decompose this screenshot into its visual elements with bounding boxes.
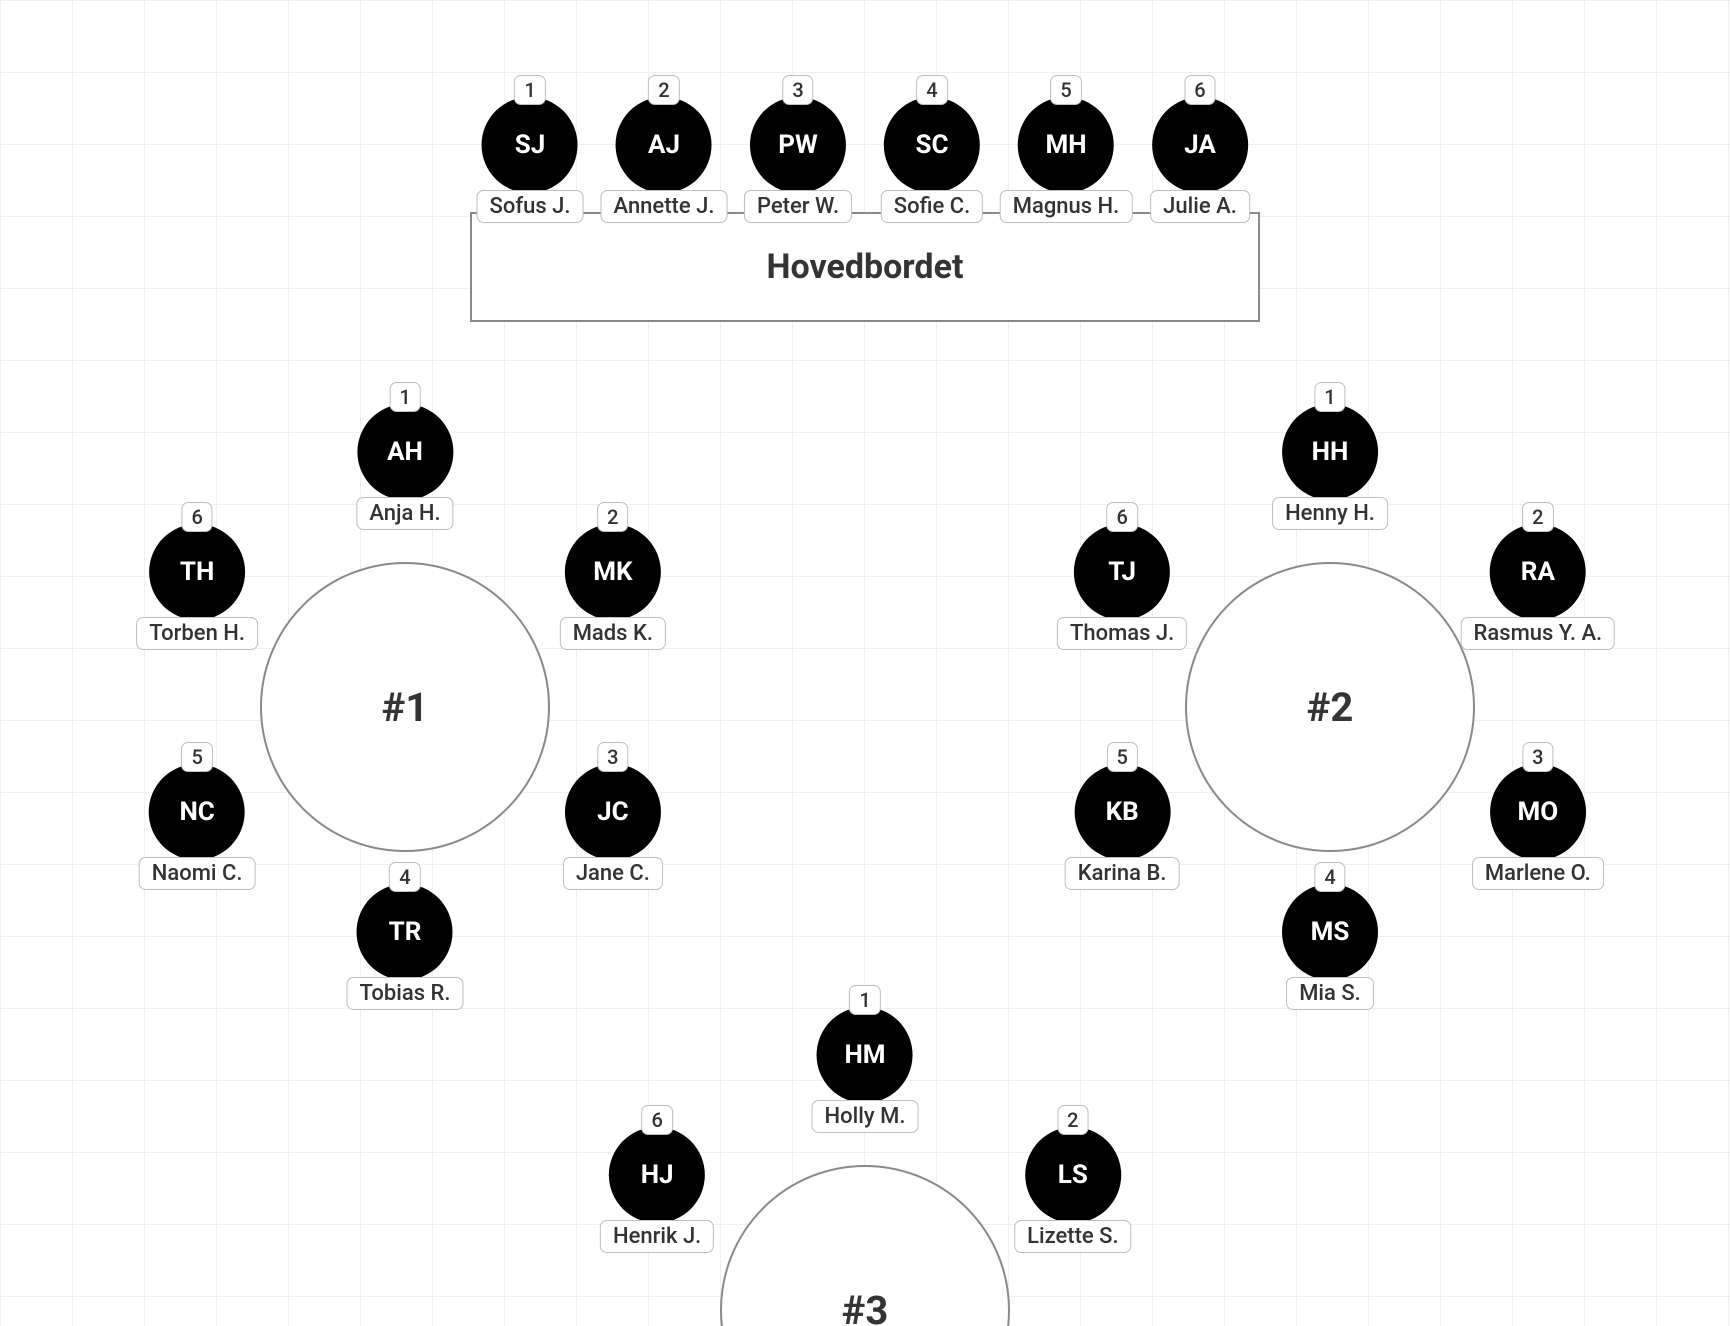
avatar: SJ (482, 97, 578, 193)
avatar: TJ (1074, 524, 1170, 620)
seat-round[interactable]: 1 HM Holly M. (812, 1007, 919, 1133)
seat-name: Lizette S. (1014, 1220, 1132, 1253)
seat-round[interactable]: 2 MK Mads K. (560, 524, 666, 650)
seat-head-2[interactable]: 2 AJ Annette J. (601, 97, 728, 223)
seat-number: 3 (782, 75, 813, 105)
seat-round[interactable]: 1 HH Henny H. (1272, 404, 1388, 530)
seat-name: Sofie C. (881, 190, 983, 223)
round-table-1[interactable]: #1 (260, 562, 550, 852)
seat-name: Anja H. (356, 497, 453, 530)
seat-name: Jane C. (563, 857, 663, 890)
round-table-label: #3 (842, 1287, 889, 1326)
avatar: MH (1018, 97, 1114, 193)
seat-name: Peter W. (744, 190, 852, 223)
avatar: JA (1152, 97, 1248, 193)
seat-round[interactable]: 4 MS Mia S. (1282, 884, 1378, 1010)
seat-round[interactable]: 6 TJ Thomas J. (1057, 524, 1187, 650)
avatar: HM (817, 1007, 913, 1103)
avatar: NC (149, 764, 245, 860)
seat-round[interactable]: 5 NC Naomi C. (139, 764, 256, 890)
avatar: LS (1025, 1127, 1121, 1223)
seat-number: 4 (389, 862, 420, 892)
avatar: MS (1282, 884, 1378, 980)
seat-name: Magnus H. (1000, 190, 1133, 223)
seat-round[interactable]: 1 AH Anja H. (356, 404, 453, 530)
avatar: TH (149, 524, 245, 620)
seat-number: 4 (916, 75, 947, 105)
seat-number: 6 (1184, 75, 1215, 105)
seat-number: 3 (597, 742, 628, 772)
avatar: KB (1074, 764, 1170, 860)
head-table-label: Hovedbordet (767, 247, 964, 287)
seat-head-5[interactable]: 5 MH Magnus H. (1000, 97, 1133, 223)
seat-round[interactable]: 2 LS Lizette S. (1014, 1127, 1132, 1253)
seat-name: Thomas J. (1057, 617, 1187, 650)
seat-number: 3 (1522, 742, 1553, 772)
seat-name: Mads K. (560, 617, 666, 650)
seat-name: Torben H. (136, 617, 258, 650)
seat-name: Marlene O. (1472, 857, 1604, 890)
seat-name: Rasmus Y. A. (1461, 617, 1616, 650)
avatar: RA (1490, 524, 1586, 620)
seat-number: 6 (641, 1105, 672, 1135)
seat-name: Mia S. (1286, 977, 1374, 1010)
avatar: HJ (609, 1127, 705, 1223)
seat-round[interactable]: 6 TH Torben H. (136, 524, 258, 650)
seat-name: Naomi C. (139, 857, 256, 890)
seat-round[interactable]: 3 MO Marlene O. (1472, 764, 1604, 890)
round-table-label: #1 (382, 684, 429, 731)
seat-number: 1 (389, 382, 420, 412)
seat-number: 1 (849, 985, 880, 1015)
avatar: AH (357, 404, 453, 500)
seat-name: Julie A. (1150, 190, 1250, 223)
seat-number: 4 (1314, 862, 1345, 892)
seat-head-4[interactable]: 4 SC Sofie C. (881, 97, 983, 223)
avatar: HH (1282, 404, 1378, 500)
seat-round[interactable]: 2 RA Rasmus Y. A. (1461, 524, 1616, 650)
round-table-label: #2 (1307, 684, 1354, 731)
seat-number: 2 (1057, 1105, 1088, 1135)
avatar: MK (565, 524, 661, 620)
seat-name: Henrik J. (600, 1220, 714, 1253)
seat-round[interactable]: 3 JC Jane C. (563, 764, 663, 890)
seat-number: 2 (648, 75, 679, 105)
seat-number: 2 (597, 502, 628, 532)
seating-canvas[interactable]: Hovedbordet 1 SJ Sofus J. 2 AJ Annette J… (0, 0, 1730, 1326)
avatar: SC (884, 97, 980, 193)
seat-number: 5 (1050, 75, 1081, 105)
seat-number: 6 (1106, 502, 1137, 532)
seat-number: 1 (514, 75, 545, 105)
avatar: PW (750, 97, 846, 193)
seat-name: Holly M. (812, 1100, 919, 1133)
seat-number: 5 (1106, 742, 1137, 772)
seat-name: Tobias R. (347, 977, 464, 1010)
seat-name: Henny H. (1272, 497, 1388, 530)
round-table-2[interactable]: #2 (1185, 562, 1475, 852)
seat-name: Sofus J. (477, 190, 584, 223)
seat-round[interactable]: 4 TR Tobias R. (347, 884, 464, 1010)
round-table-3[interactable]: #3 (720, 1165, 1010, 1326)
seat-round[interactable]: 5 KB Karina B. (1065, 764, 1180, 890)
seat-head-1[interactable]: 1 SJ Sofus J. (477, 97, 584, 223)
avatar: TR (357, 884, 453, 980)
avatar: MO (1490, 764, 1586, 860)
seat-head-3[interactable]: 3 PW Peter W. (744, 97, 852, 223)
seat-number: 2 (1522, 502, 1553, 532)
seat-name: Karina B. (1065, 857, 1180, 890)
seat-head-6[interactable]: 6 JA Julie A. (1150, 97, 1250, 223)
seat-number: 6 (181, 502, 212, 532)
avatar: AJ (616, 97, 712, 193)
avatar: JC (565, 764, 661, 860)
head-table[interactable]: Hovedbordet (470, 212, 1260, 322)
seat-name: Annette J. (601, 190, 728, 223)
seat-number: 1 (1314, 382, 1345, 412)
seat-round[interactable]: 6 HJ Henrik J. (600, 1127, 714, 1253)
seat-number: 5 (181, 742, 212, 772)
